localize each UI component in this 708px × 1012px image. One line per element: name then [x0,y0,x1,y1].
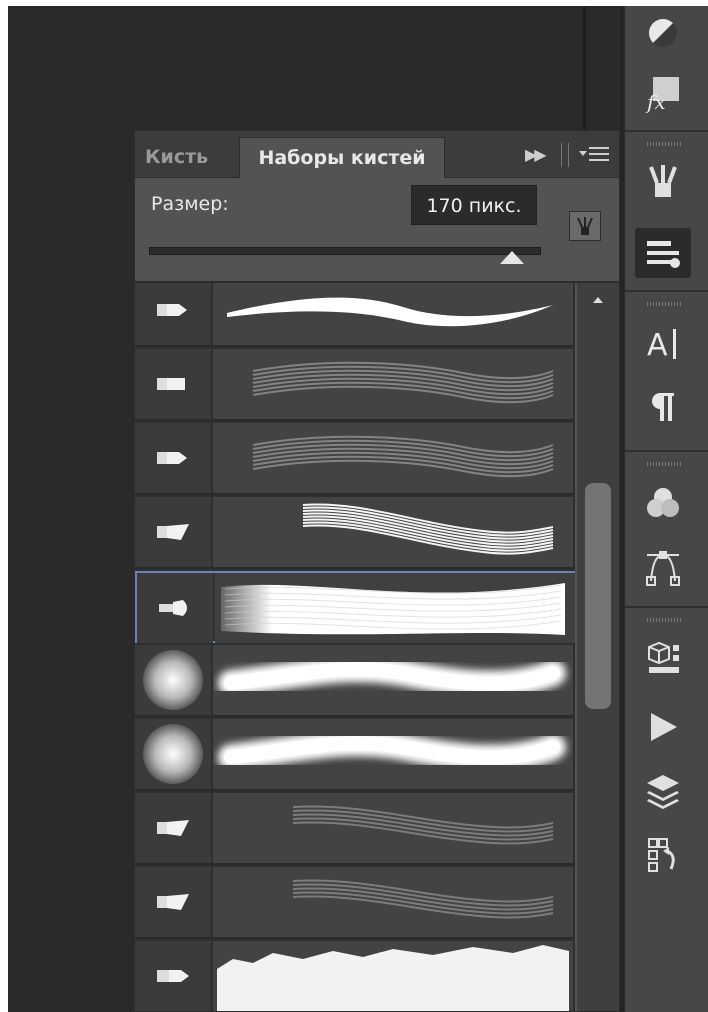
character-icon: A [647,328,676,363]
brush-stroke-preview [213,497,573,567]
scroll-up-arrow[interactable] [593,297,603,303]
dock-group-3: A [625,292,708,452]
dock-group-5 [625,608,708,908]
brush-presets-panel-button[interactable] [635,228,691,278]
3d-panel-button[interactable] [635,634,691,684]
toggle-brush-panel-button[interactable] [569,211,601,241]
group-grip[interactable] [647,462,681,466]
brush-icon [649,165,677,197]
brush-preset-row[interactable] [135,283,575,347]
history-icon [648,838,675,872]
paragraph-panel-button[interactable] [635,382,691,432]
dock-group-2 [625,132,708,292]
pointed-tip-icon [135,941,211,1011]
layers-icon [647,775,679,809]
fan-tip-icon [135,497,211,567]
history-panel-button[interactable] [635,830,691,880]
brush-stroke-preview [215,573,575,643]
adjustments-icon [649,19,678,48]
brush-stroke-preview [213,349,573,419]
brush-stroke-preview [213,719,573,789]
brush-stroke-preview [213,645,573,715]
brush-presets-icon [647,241,680,268]
panel-menu-button[interactable] [577,143,611,167]
brush-stroke-preview [213,423,573,493]
size-input[interactable]: 170 пикс. [411,185,537,225]
panel-menu-icon [579,147,609,161]
scrollbar[interactable] [577,283,619,1011]
expand-panels-icon[interactable]: ▶▶ [525,145,547,164]
round-tip-icon [135,283,211,345]
screen-edge-left [0,0,8,1012]
dock-group-4 [625,452,708,608]
styles-button[interactable]: fx [635,68,691,118]
size-label: Размер: [151,193,229,215]
brush-preset-row[interactable] [135,719,575,791]
tab-separator [561,143,569,167]
group-grip[interactable] [647,142,681,146]
brush-presets-panel: Кисть Наборы кистей ▶▶ Размер: 170 пикс. [134,130,620,1012]
brush-panel-button[interactable] [635,156,691,206]
brush-preset-row-selected[interactable] [135,571,575,643]
round-tip-icon [135,423,211,493]
brush-preset-row[interactable] [135,867,575,939]
round-fan-tip-icon [137,573,213,643]
brush-preset-row[interactable] [135,349,575,421]
character-panel-button[interactable]: A [635,318,691,368]
panel-dock: fx A [624,6,708,1012]
scroll-thumb[interactable] [585,483,611,709]
actions-panel-button[interactable] [635,702,691,752]
size-slider-track[interactable] [149,247,541,255]
dock-group-1: fx [625,6,708,132]
workspace-divider [583,6,586,130]
fan-tip-icon [135,793,211,863]
tab-brush[interactable]: Кисть [145,137,208,177]
panel-tab-bar: Кисть Наборы кистей ▶▶ [135,131,619,178]
layers-panel-button[interactable] [635,766,691,816]
tab-brush-presets[interactable]: Наборы кистей [239,137,445,178]
group-grip[interactable] [647,302,681,306]
adjustments-button[interactable] [635,8,691,58]
brush-stroke-preview [213,793,573,863]
brush-preset-list [135,283,575,1011]
channels-icon [647,488,679,517]
svg-text:fx: fx [645,90,666,113]
channels-panel-button[interactable] [635,478,691,528]
brush-stroke-preview [213,283,573,345]
fan-tip-icon [135,867,211,937]
group-grip[interactable] [647,618,681,622]
brush-preset-row[interactable] [135,423,575,495]
brush-stroke-preview [213,941,573,1011]
brush-preset-row[interactable] [135,497,575,569]
brush-panel-toggle-icon [577,217,593,235]
paths-panel-button[interactable] [635,542,691,592]
3d-icon [648,641,679,673]
brush-preset-row[interactable] [135,793,575,865]
soft-round-icon [135,719,211,789]
brush-preset-row[interactable] [135,941,575,1011]
brush-preset-row[interactable] [135,645,575,717]
brush-stroke-preview [213,867,573,937]
paths-icon [646,551,680,586]
paragraph-icon [652,393,674,421]
soft-round-icon [135,645,211,715]
size-slider-thumb[interactable] [499,251,524,264]
fx-icon: fx [645,77,679,113]
flat-tip-icon [135,349,211,419]
actions-icon [651,713,677,741]
svg-text:A: A [647,328,668,363]
